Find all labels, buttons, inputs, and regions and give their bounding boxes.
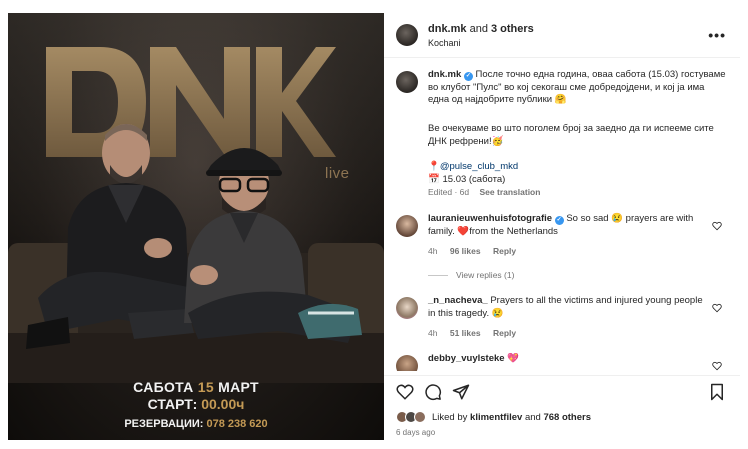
- comment-item: debby_vuylsteke 💖: [396, 353, 736, 371]
- caption-details: 📍@pulse_club_mkd 📅 15.03 (сабота): [428, 161, 518, 186]
- comment-likes[interactable]: 96 likes: [450, 246, 481, 256]
- start-time: 00.00ч: [201, 396, 245, 412]
- comment-time: 4h: [428, 328, 438, 338]
- comment-text: _n_nacheva_ Prayers to all the victims a…: [428, 295, 706, 320]
- liker-avatar[interactable]: [414, 411, 426, 423]
- date-month: МАРТ: [218, 379, 259, 395]
- caption-club-line: 📍@pulse_club_mkd: [428, 161, 518, 174]
- likes-and: and: [524, 412, 541, 423]
- post-actions: [384, 383, 740, 405]
- caption-text: dnk.mk ✓ После точно една година, оваа с…: [428, 69, 728, 107]
- date-prefix: САБОТА: [133, 379, 194, 395]
- header-and: and: [469, 23, 488, 35]
- actions-divider: [384, 375, 740, 376]
- verified-badge-icon: ✓: [554, 216, 564, 225]
- post-timestamp[interactable]: 6 days ago: [396, 428, 435, 437]
- caption-meta: Edited · 6d See translation: [428, 187, 548, 197]
- likes-others-link[interactable]: 768 others: [543, 412, 591, 423]
- liked-by-label: Liked by: [432, 412, 468, 423]
- poster-event-info: САБОТА 15 МАРТ СТАРТ: 00.00ч РЕЗЕРВАЦИИ:…: [8, 379, 384, 430]
- comment-avatar[interactable]: [396, 355, 418, 371]
- post-side-panel: dnk.mk and 3 others Kochani ••• dnk.mk ✓…: [384, 13, 740, 440]
- pin-icon: 📍: [428, 161, 440, 172]
- view-replies-line: [428, 275, 448, 277]
- view-replies-button[interactable]: View replies (1): [428, 270, 514, 280]
- verified-badge-icon: ✓: [463, 72, 473, 81]
- calendar-icon: 📅: [428, 173, 440, 185]
- header-location[interactable]: Kochani: [428, 38, 461, 48]
- caption-date: 15.03 (сабота): [442, 173, 506, 185]
- caption-date-line: 📅 15.03 (сабота): [428, 174, 518, 187]
- like-heart-icon[interactable]: [396, 383, 414, 401]
- post-image[interactable]: live САБОТА 15 МАРТ СТАРТ: 00.00ч РЕЗЕРВ…: [8, 13, 384, 440]
- heart-icon[interactable]: [712, 303, 722, 313]
- performers-photo: [26, 124, 362, 349]
- caption-paragraph-2: Ве очекуваме во што поголем број за заед…: [428, 123, 714, 147]
- comment-likes[interactable]: 51 likes: [450, 328, 481, 338]
- comment-avatar[interactable]: [396, 215, 418, 237]
- comment-username[interactable]: _n_nacheva_: [428, 295, 488, 306]
- caption-username[interactable]: dnk.mk: [428, 69, 461, 80]
- likes-text: Liked by klimentfilev and 768 others: [432, 412, 591, 423]
- comment-meta: 4h 96 likes Reply: [428, 246, 526, 256]
- poster-date: САБОТА 15 МАРТ: [8, 379, 384, 395]
- liker-username[interactable]: klimentfilev: [470, 412, 522, 423]
- see-translation-link[interactable]: See translation: [480, 187, 541, 197]
- header-divider: [384, 57, 740, 58]
- heart-icon[interactable]: [712, 221, 722, 231]
- caption-avatar[interactable]: [396, 71, 418, 93]
- reserve-label: РЕЗЕРВАЦИИ:: [124, 418, 204, 430]
- start-label: СТАРТ:: [147, 396, 198, 412]
- comment-meta: 4h 51 likes Reply: [428, 328, 526, 338]
- heart-icon[interactable]: [712, 361, 722, 371]
- comment-avatar[interactable]: [396, 297, 418, 319]
- header-others-link[interactable]: 3 others: [491, 23, 534, 35]
- view-replies-label: View replies (1): [456, 270, 515, 280]
- comment-time: 4h: [428, 246, 438, 256]
- comment-text: lauranieuwenhuisfotografie ✓ So so sad 😢…: [428, 213, 706, 238]
- comment-username[interactable]: lauranieuwenhuisfotografie: [428, 213, 552, 224]
- poster-reservations: РЕЗЕРВАЦИИ: 078 238 620: [8, 418, 384, 430]
- bookmark-icon[interactable]: [708, 383, 726, 401]
- poster-start: СТАРТ: 00.00ч: [8, 396, 384, 412]
- comment-body: 💖: [507, 353, 520, 364]
- more-options-icon[interactable]: •••: [708, 27, 726, 43]
- header-username[interactable]: dnk.mk: [428, 23, 467, 35]
- author-avatar[interactable]: [396, 24, 418, 46]
- club-mention-link[interactable]: @pulse_club_mkd: [440, 161, 518, 172]
- caption-paragraph-1: После точно една година, оваа сабота (15…: [428, 69, 726, 105]
- reserve-phone: 078 238 620: [206, 418, 268, 430]
- header-authors: dnk.mk and 3 others: [428, 23, 534, 35]
- share-send-icon[interactable]: [452, 383, 470, 401]
- caption-edited: Edited · 6d: [428, 187, 470, 197]
- comment-text: debby_vuylsteke 💖: [428, 353, 706, 366]
- comment-bubble-icon[interactable]: [424, 383, 442, 401]
- comment-username[interactable]: debby_vuylsteke: [428, 353, 505, 364]
- date-number: 15: [197, 379, 214, 395]
- reply-button[interactable]: Reply: [493, 246, 516, 256]
- post-header: dnk.mk and 3 others Kochani •••: [384, 13, 740, 57]
- reply-button[interactable]: Reply: [493, 328, 516, 338]
